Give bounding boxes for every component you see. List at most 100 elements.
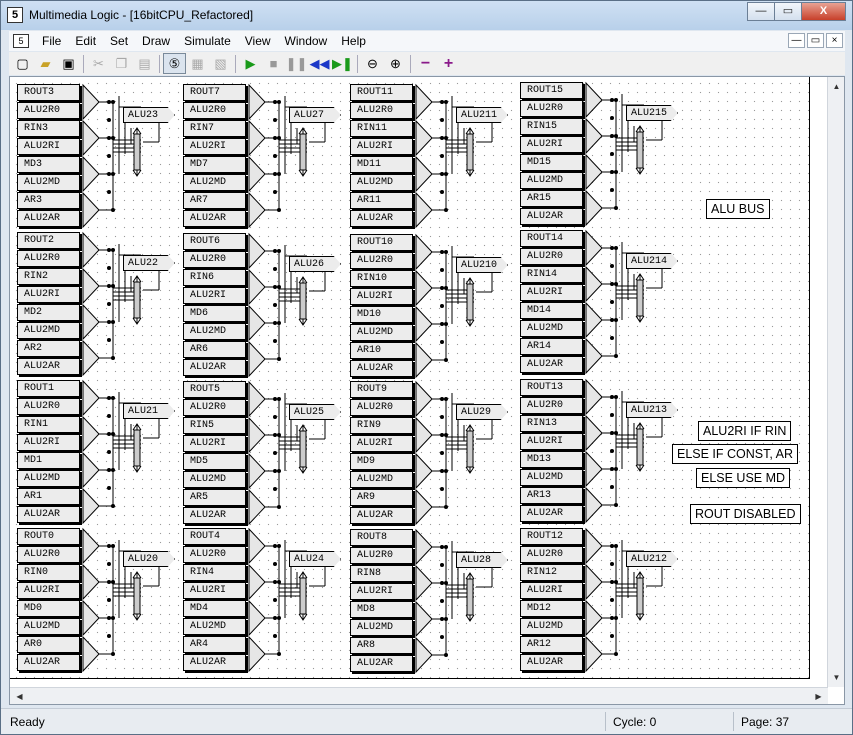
signal-label[interactable]: MD2 — [17, 304, 80, 321]
signal-label[interactable]: ALU2MD — [183, 174, 246, 191]
signal-label[interactable]: MD6 — [183, 305, 246, 322]
signal-label[interactable]: ALU2AR — [350, 655, 413, 672]
signal-label[interactable]: ALU2RI — [520, 136, 583, 153]
bus-output-tag[interactable]: ALU213 — [626, 402, 678, 418]
signal-label[interactable]: ROUT4 — [183, 528, 246, 545]
signal-label[interactable]: RIN1 — [17, 416, 80, 433]
signal-label[interactable]: ALU2AR — [350, 507, 413, 524]
image-mode-icon[interactable]: ▧ — [209, 53, 232, 74]
signal-label[interactable]: ALU2MD — [17, 322, 80, 339]
menu-window[interactable]: Window — [278, 34, 335, 48]
signal-label[interactable]: RIN13 — [520, 415, 583, 432]
signal-label[interactable]: ALU2RI — [350, 435, 413, 452]
signal-label[interactable]: ALU2RI — [17, 286, 80, 303]
bus-output-tag[interactable]: ALU27 — [289, 107, 341, 123]
scroll-up-icon[interactable]: ▲ — [829, 79, 844, 94]
plus-icon[interactable]: + — [437, 53, 460, 74]
signal-label[interactable]: ALU2AR — [183, 359, 246, 376]
signal-label[interactable]: MD15 — [520, 154, 583, 171]
scroll-left-icon[interactable]: ◀ — [12, 689, 27, 704]
menu-file[interactable]: File — [35, 34, 68, 48]
bus-output-tag[interactable]: ALU210 — [456, 257, 508, 273]
signal-label[interactable]: RIN0 — [17, 564, 80, 581]
signal-label[interactable]: RIN11 — [350, 120, 413, 137]
signal-label[interactable]: MD7 — [183, 156, 246, 173]
signal-label[interactable]: ALU2AR — [350, 210, 413, 227]
bus-output-tag[interactable]: ALU26 — [289, 256, 341, 272]
note-rout-disabled[interactable]: ROUT DISABLED — [690, 504, 801, 524]
doc-minimize-button[interactable]: — — [788, 33, 805, 48]
signal-label[interactable]: MD4 — [183, 600, 246, 617]
signal-label[interactable]: ALU2R0 — [520, 546, 583, 563]
signal-label[interactable]: ALU2R0 — [350, 252, 413, 269]
signal-label[interactable]: ALU2AR — [520, 505, 583, 522]
signal-label[interactable]: AR8 — [350, 637, 413, 654]
copy-icon[interactable]: ❐ — [110, 53, 133, 74]
signal-label[interactable]: ROUT0 — [17, 528, 80, 545]
signal-label[interactable]: ALU2RI — [350, 288, 413, 305]
bus-output-tag[interactable]: ALU24 — [289, 551, 341, 567]
signal-label[interactable]: ALU2AR — [17, 358, 80, 375]
signal-label[interactable]: AR5 — [183, 489, 246, 506]
signal-label[interactable]: ALU2MD — [17, 174, 80, 191]
signal-label[interactable]: ALU2AR — [520, 654, 583, 671]
signal-label[interactable]: RIN15 — [520, 118, 583, 135]
signal-label[interactable]: ROUT8 — [350, 529, 413, 546]
bus-output-tag[interactable]: ALU23 — [123, 107, 175, 123]
stop-icon[interactable]: ■ — [262, 53, 285, 74]
bus-output-tag[interactable]: ALU212 — [626, 551, 678, 567]
scroll-down-icon[interactable]: ▼ — [829, 670, 844, 685]
signal-label[interactable]: AR10 — [350, 342, 413, 359]
signal-label[interactable]: ROUT2 — [17, 232, 80, 249]
vertical-scrollbar[interactable]: ▲ ▼ — [827, 77, 844, 687]
signal-label[interactable]: AR0 — [17, 636, 80, 653]
signal-label[interactable]: AR7 — [183, 192, 246, 209]
signal-label[interactable]: MD1 — [17, 452, 80, 469]
signal-label[interactable]: ALU2R0 — [17, 546, 80, 563]
signal-label[interactable]: ALU2RI — [183, 582, 246, 599]
signal-label[interactable]: MD14 — [520, 302, 583, 319]
signal-label[interactable]: ALU2AR — [183, 654, 246, 671]
signal-label[interactable]: ALU2AR — [183, 507, 246, 524]
menu-simulate[interactable]: Simulate — [177, 34, 238, 48]
signal-label[interactable]: RIN6 — [183, 269, 246, 286]
step-back-icon[interactable]: ◀◀ — [308, 53, 331, 74]
signal-label[interactable]: RIN9 — [350, 417, 413, 434]
signal-label[interactable]: AR11 — [350, 192, 413, 209]
menu-edit[interactable]: Edit — [68, 34, 103, 48]
bus-output-tag[interactable]: ALU21 — [123, 403, 175, 419]
signal-label[interactable]: ALU2R0 — [17, 102, 80, 119]
note-alu2ri-if-rin[interactable]: ALU2RI IF RIN — [698, 421, 792, 441]
close-button[interactable]: X — [801, 2, 846, 21]
signal-label[interactable]: ALU2R0 — [17, 398, 80, 415]
signal-label[interactable]: RIN3 — [17, 120, 80, 137]
signal-label[interactable]: AR14 — [520, 338, 583, 355]
bus-output-tag[interactable]: ALU214 — [626, 253, 678, 269]
horizontal-scrollbar[interactable]: ◀ ▶ — [10, 687, 828, 704]
signal-label[interactable]: ALU2AR — [183, 210, 246, 227]
zoom-in-icon[interactable]: ⊕ — [384, 53, 407, 74]
bus-output-tag[interactable]: ALU20 — [123, 551, 175, 567]
signal-label[interactable]: AR9 — [350, 489, 413, 506]
signal-label[interactable]: ROUT13 — [520, 379, 583, 396]
note-else-use-md[interactable]: ELSE USE MD — [696, 468, 791, 488]
signal-label[interactable]: ALU2MD — [17, 618, 80, 635]
open-folder-icon[interactable]: ▰ — [34, 53, 57, 74]
bus-output-tag[interactable]: ALU211 — [456, 107, 508, 123]
signal-label[interactable]: MD0 — [17, 600, 80, 617]
bus-output-tag[interactable]: ALU25 — [289, 404, 341, 420]
doc-restore-button[interactable]: ▭ — [807, 33, 824, 48]
signal-label[interactable]: AR3 — [17, 192, 80, 209]
pause-icon[interactable]: ❚❚ — [285, 53, 308, 74]
signal-label[interactable]: ALU2R0 — [17, 250, 80, 267]
signal-label[interactable]: ALU2MD — [520, 618, 583, 635]
signal-label[interactable]: ALU2MD — [350, 619, 413, 636]
menu-help[interactable]: Help — [334, 34, 373, 48]
minimize-button[interactable]: — — [747, 2, 775, 21]
signal-label[interactable]: ALU2R0 — [520, 397, 583, 414]
note-else-if-const[interactable]: ELSE IF CONST, AR — [672, 444, 799, 464]
signal-label[interactable]: MD9 — [350, 453, 413, 470]
signal-label[interactable]: ALU2RI — [350, 138, 413, 155]
signal-label[interactable]: AR12 — [520, 636, 583, 653]
signal-label[interactable]: MD5 — [183, 453, 246, 470]
